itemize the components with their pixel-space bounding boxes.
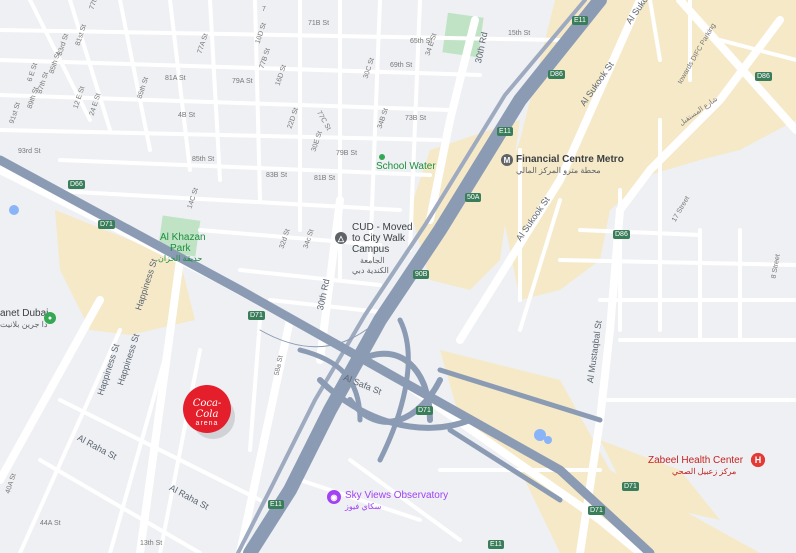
label-13th-st: 13th St	[140, 540, 163, 547]
park-al-khazan-label-2[interactable]: Park	[170, 243, 191, 254]
route-shield: D71	[248, 311, 265, 320]
poi-zabeel-health-arabic: مركز زعبيل الصحي	[672, 467, 737, 476]
route-shield: D71	[588, 506, 605, 515]
coca-cola-arena-marker[interactable]: Coca-Cola arena	[183, 385, 231, 433]
route-shield: D71	[98, 220, 115, 229]
coca-cola-label: Coca-Cola	[192, 398, 222, 420]
route-shield: E11	[572, 16, 588, 25]
arena-label: arena	[195, 420, 219, 427]
paw-icon[interactable]: ●	[44, 312, 56, 324]
label-83b-st: 83B St	[266, 172, 288, 179]
label-73b-st: 73B St	[405, 115, 427, 122]
route-shield: D66	[68, 180, 85, 189]
label-85th-st-c: 85th St	[192, 156, 215, 163]
route-shield: D86	[755, 72, 772, 81]
school-icon[interactable]: △	[335, 232, 347, 244]
map-canvas[interactable]: 77th St 81st St 83rd St 85th St 87th St …	[0, 0, 796, 553]
poi-cud-label-1[interactable]: CUD - Moved	[352, 222, 413, 233]
route-shield: E11	[268, 500, 284, 509]
label-69th-st: 69th St	[390, 62, 413, 69]
route-shield: D71	[622, 482, 639, 491]
poi-green-planet-arabic: دا جرين بلانيت	[0, 320, 48, 329]
label-79b-st: 79B St	[336, 150, 358, 157]
label-15th-st: 15th St	[508, 30, 531, 37]
route-shield: E11	[488, 540, 504, 549]
poi-cud-label-2[interactable]: to City Walk	[352, 233, 405, 244]
poi-cud-label-3[interactable]: Campus	[352, 244, 389, 255]
park-al-khazan-arabic: حديقة الخزان	[158, 254, 203, 263]
label-81b-st: 81B St	[314, 175, 336, 182]
route-shield: 90B	[413, 270, 430, 279]
poi-school-water-label[interactable]: School Water	[376, 161, 436, 172]
label-81a-st: 81A St	[165, 75, 186, 82]
route-shield: D86	[548, 70, 565, 79]
poi-sky-views-arabic: سكاي فيوز	[345, 502, 382, 511]
metro-icon[interactable]: M	[501, 154, 513, 166]
label-7-st: 7	[262, 6, 266, 13]
label-44a-st: 44A St	[40, 520, 61, 527]
poi-cud-arabic-2: الكندية دبي	[352, 266, 389, 275]
route-shield: 50A	[465, 193, 482, 202]
poi-sky-views-label[interactable]: Sky Views Observatory	[345, 490, 448, 501]
poi-metro-arabic: محطة مترو المركز المالي	[516, 166, 601, 175]
label-4b-st: 4B St	[178, 112, 196, 119]
poi-metro-label[interactable]: Financial Centre Metro	[516, 154, 624, 165]
camera-icon[interactable]: ◉	[327, 490, 341, 504]
label-71b-st: 71B St	[308, 20, 330, 27]
route-shield: D86	[613, 230, 630, 239]
poi-green-planet-label[interactable]: anet Dubai	[0, 308, 48, 319]
park-al-khazan-label[interactable]: Al Khazan	[160, 232, 206, 243]
route-shield: D71	[416, 406, 433, 415]
route-shield: E11	[497, 127, 513, 136]
label-93rd-st: 93rd St	[18, 148, 41, 155]
poi-zabeel-health-label[interactable]: Zabeel Health Center	[648, 455, 743, 466]
poi-cud-arabic-1: الجامعة	[360, 256, 385, 265]
label-79a-st: 79A St	[232, 78, 253, 85]
hospital-icon[interactable]: H	[751, 453, 765, 467]
